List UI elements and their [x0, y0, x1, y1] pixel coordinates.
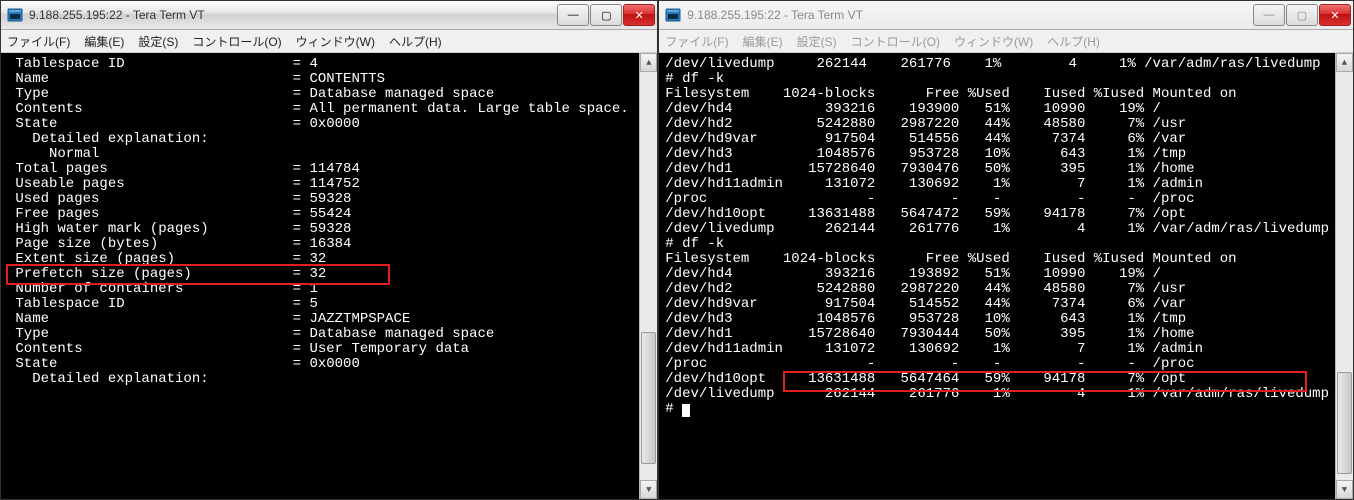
- vertical-scrollbar[interactable]: ▲▼: [639, 53, 657, 499]
- menu-item[interactable]: 設定(S): [797, 33, 837, 50]
- menubar: ファイル(F) 編集(E) 設定(S) コントロール(O) ウィンドウ(W) ヘルプ(H): [1, 30, 657, 53]
- terminal-line: /dev/hd2 5242880 2987220 44% 48580 7% /u…: [665, 117, 1329, 132]
- terminal-line: Name = CONTENTTS: [7, 72, 633, 87]
- terminal-line: Name = JAZZTMPSPACE: [7, 312, 633, 327]
- terminal-line: /dev/hd10opt 13631488 5647472 59% 94178 …: [665, 207, 1329, 222]
- vertical-scrollbar[interactable]: ▲▼: [1335, 53, 1353, 499]
- terminal-line: Useable pages = 114752: [7, 177, 633, 192]
- terminal-line: /dev/hd1 15728640 7930476 50% 395 1% /ho…: [665, 162, 1329, 177]
- menu-item[interactable]: ウィンドウ(W): [954, 33, 1033, 50]
- menu-item[interactable]: コントロール(O): [192, 33, 281, 50]
- titlebar[interactable]: 9.188.255.195:22 - Tera Term VT—▢✕: [1, 1, 657, 30]
- terminal-line: State = 0x0000: [7, 357, 633, 372]
- terminal-line: /proc - - - - - /proc: [665, 357, 1329, 372]
- terminal-line: #: [665, 402, 1329, 417]
- terminal-line: /dev/hd9var 917504 514552 44% 7374 6% /v…: [665, 297, 1329, 312]
- terminal-line: # df -k: [665, 237, 1329, 252]
- minimize-button[interactable]: —: [1253, 4, 1285, 26]
- titlebar[interactable]: 9.188.255.195:22 - Tera Term VT—▢✕: [659, 1, 1353, 30]
- app-icon: [665, 7, 681, 23]
- terminal-line: /dev/hd4 393216 193892 51% 10990 19% /: [665, 267, 1329, 282]
- maximize-button[interactable]: ▢: [590, 4, 622, 26]
- scroll-track[interactable]: [1336, 72, 1353, 480]
- terminal-line: Contents = All permanent data. Large tab…: [7, 102, 633, 117]
- terminal-line: High water mark (pages) = 59328: [7, 222, 633, 237]
- menu-item[interactable]: 設定(S): [138, 33, 178, 50]
- terminal-line: Contents = User Temporary data: [7, 342, 633, 357]
- terminal-line: /dev/hd9var 917504 514556 44% 7374 6% /v…: [665, 132, 1329, 147]
- terminal-line: State = 0x0000: [7, 117, 633, 132]
- terminal-line: /proc - - - - - /proc: [665, 192, 1329, 207]
- terminal-line: Page size (bytes) = 16384: [7, 237, 633, 252]
- menu-item[interactable]: ファイル(F): [7, 33, 70, 50]
- scroll-thumb[interactable]: [641, 332, 656, 464]
- menu-item[interactable]: 編集(E): [84, 33, 124, 50]
- terminal-line: /dev/hd11admin 131072 130692 1% 7 1% /ad…: [665, 177, 1329, 192]
- menu-item[interactable]: ファイル(F): [665, 33, 728, 50]
- window-title: 9.188.255.195:22 - Tera Term VT: [687, 8, 1252, 22]
- menu-item[interactable]: ヘルプ(H): [389, 33, 442, 50]
- terminal-line: /dev/hd3 1048576 953728 10% 643 1% /tmp: [665, 147, 1329, 162]
- maximize-button[interactable]: ▢: [1286, 4, 1318, 26]
- scroll-thumb[interactable]: [1337, 372, 1352, 474]
- terminal-line: Tablespace ID = 4: [7, 57, 633, 72]
- window-title: 9.188.255.195:22 - Tera Term VT: [29, 8, 556, 22]
- terminal-line: /dev/livedump 262144 261776 1% 4 1% /var…: [665, 57, 1329, 72]
- terminal-line: Filesystem 1024-blocks Free %Used Iused …: [665, 252, 1329, 267]
- terminal-window-0: 9.188.255.195:22 - Tera Term VT—▢✕ファイル(F…: [0, 0, 658, 500]
- menubar: ファイル(F) 編集(E) 設定(S) コントロール(O) ウィンドウ(W) ヘルプ(H): [659, 30, 1353, 53]
- scroll-track[interactable]: [640, 72, 657, 480]
- terminal-line: Type = Database managed space: [7, 327, 633, 342]
- scroll-up-button[interactable]: ▲: [1336, 53, 1353, 72]
- terminal-line: Filesystem 1024-blocks Free %Used Iused …: [665, 87, 1329, 102]
- terminal-line: /dev/livedump 262144 261776 1% 4 1% /var…: [665, 387, 1329, 402]
- close-button[interactable]: ✕: [1319, 4, 1351, 26]
- terminal-line: # df -k: [665, 72, 1329, 87]
- menu-item[interactable]: コントロール(O): [851, 33, 940, 50]
- terminal-line: /dev/hd2 5242880 2987220 44% 48580 7% /u…: [665, 282, 1329, 297]
- close-button[interactable]: ✕: [623, 4, 655, 26]
- menu-item[interactable]: ヘルプ(H): [1047, 33, 1100, 50]
- scroll-down-button[interactable]: ▼: [640, 480, 657, 499]
- terminal-line: Free pages = 55424: [7, 207, 633, 222]
- scroll-down-button[interactable]: ▼: [1336, 480, 1353, 499]
- menu-item[interactable]: ウィンドウ(W): [296, 33, 375, 50]
- terminal-line: /dev/hd10opt 13631488 5647464 59% 94178 …: [665, 372, 1329, 387]
- terminal-line: /dev/livedump 262144 261776 1% 4 1% /var…: [665, 222, 1329, 237]
- terminal-line: Normal: [7, 147, 633, 162]
- minimize-button[interactable]: —: [557, 4, 589, 26]
- terminal-line: Type = Database managed space: [7, 87, 633, 102]
- app-icon: [7, 7, 23, 23]
- terminal-output[interactable]: Tablespace ID = 4 Name = CONTENTTS Type …: [1, 53, 639, 499]
- scroll-up-button[interactable]: ▲: [640, 53, 657, 72]
- terminal-output[interactable]: /dev/livedump 262144 261776 1% 4 1% /var…: [659, 53, 1335, 499]
- terminal-line: /dev/hd3 1048576 953728 10% 643 1% /tmp: [665, 312, 1329, 327]
- terminal-line: Prefetch size (pages) = 32: [7, 267, 633, 282]
- terminal-window-1: 9.188.255.195:22 - Tera Term VT—▢✕ファイル(F…: [658, 0, 1354, 500]
- terminal-line: Number of containers = 1: [7, 282, 633, 297]
- terminal-line: Detailed explanation:: [7, 372, 633, 387]
- terminal-line: /dev/hd11admin 131072 130692 1% 7 1% /ad…: [665, 342, 1329, 357]
- terminal-line: Extent size (pages) = 32: [7, 252, 633, 267]
- menu-item[interactable]: 編集(E): [743, 33, 783, 50]
- terminal-line: Used pages = 59328: [7, 192, 633, 207]
- cursor: [682, 404, 690, 417]
- terminal-line: /dev/hd4 393216 193900 51% 10990 19% /: [665, 102, 1329, 117]
- terminal-line: Total pages = 114784: [7, 162, 633, 177]
- terminal-line: Detailed explanation:: [7, 132, 633, 147]
- terminal-line: /dev/hd1 15728640 7930444 50% 395 1% /ho…: [665, 327, 1329, 342]
- terminal-line: Tablespace ID = 5: [7, 297, 633, 312]
